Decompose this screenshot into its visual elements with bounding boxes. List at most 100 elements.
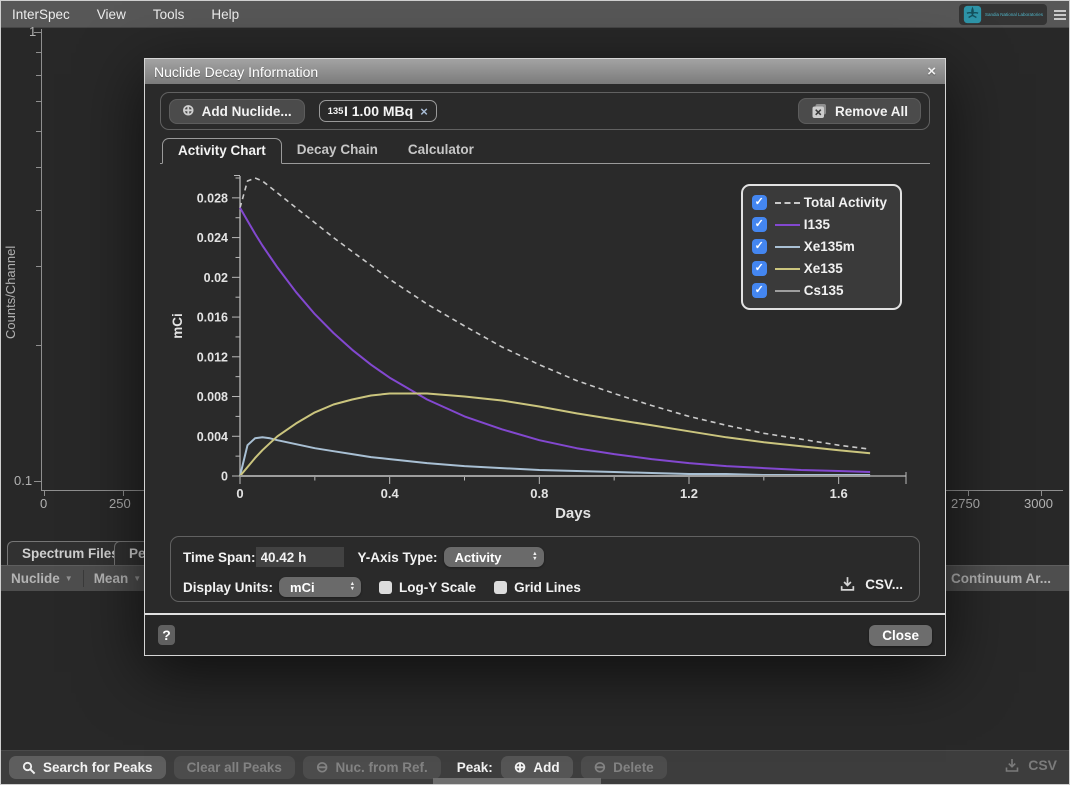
sandia-logo: Sandia National Laboratories bbox=[959, 4, 1047, 25]
circled-minus-icon: ⊖ bbox=[316, 761, 329, 775]
download-icon bbox=[1004, 758, 1020, 773]
nuclide-chips-row: ⊕ Add Nuclide... 135I 1.00 MBq × Remove … bbox=[160, 92, 930, 130]
nuc-from-ref-button[interactable]: ⊖ Nuc. from Ref. bbox=[303, 756, 441, 779]
svg-text:0.4: 0.4 bbox=[381, 486, 400, 501]
legend-checkbox[interactable]: ✓ bbox=[752, 239, 767, 254]
svg-text:0.012: 0.012 bbox=[197, 350, 228, 364]
chip-mass-number: 135 bbox=[328, 106, 344, 117]
legend-checkbox[interactable]: ✓ bbox=[752, 217, 767, 232]
chip-remove-icon[interactable]: × bbox=[420, 104, 428, 119]
spectrum-y-axis-title: Counts/Channel bbox=[3, 163, 18, 339]
dialog-title-bar[interactable]: Nuclide Decay Information × bbox=[145, 59, 945, 84]
spectrum-x-tick-3000: 3000 bbox=[1024, 496, 1053, 511]
dialog-close-icon[interactable]: × bbox=[927, 63, 936, 80]
legend-item-cs135: ✓ Cs135 bbox=[752, 283, 887, 298]
legend-item-total-activity: ✓ Total Activity bbox=[752, 195, 887, 210]
select-arrows-icon: ▲▼ bbox=[350, 582, 355, 592]
remove-all-button[interactable]: Remove All bbox=[798, 98, 921, 124]
column-header-mean[interactable]: Mean ▼ bbox=[84, 566, 151, 591]
circled-plus-icon: ⊕ bbox=[182, 104, 195, 118]
legend-line-sample bbox=[775, 268, 800, 270]
peak-label: Peak: bbox=[457, 760, 493, 775]
svg-text:0.028: 0.028 bbox=[197, 191, 228, 205]
activity-chart-area: 0 0.004 0.008 0.012 0.016 0.02 0.024 0.028 0 0.4 0… bbox=[160, 164, 930, 530]
sandia-logo-text: Sandia National Laboratories bbox=[985, 12, 1043, 17]
grid-lines-label: Grid Lines bbox=[514, 580, 581, 595]
svg-text:0: 0 bbox=[221, 470, 228, 484]
nuclide-chip-i135[interactable]: 135I 1.00 MBq × bbox=[319, 100, 437, 122]
y-axis-type-select[interactable]: Activity ▲▼ bbox=[444, 547, 544, 567]
spectrum-x-tick-2750: 2750 bbox=[951, 496, 980, 511]
search-for-peaks-button[interactable]: Search for Peaks bbox=[9, 756, 166, 779]
circled-minus-icon: ⊖ bbox=[594, 761, 607, 775]
help-button[interactable]: ? bbox=[158, 625, 175, 645]
dialog-footer: ? Close bbox=[145, 613, 945, 655]
menu-interspec[interactable]: InterSpec bbox=[12, 7, 70, 22]
csv-export-button[interactable]: CSV... bbox=[839, 576, 903, 592]
legend-label: I135 bbox=[804, 217, 830, 232]
column-header-continuum[interactable]: Continuum Ar... bbox=[941, 566, 1069, 591]
remove-all-icon bbox=[811, 103, 828, 119]
tab-calculator[interactable]: Calculator bbox=[393, 138, 489, 163]
clear-all-peaks-button[interactable]: Clear all Peaks bbox=[174, 756, 295, 779]
chart-controls-panel: Time Span: Y-Axis Type: Activity ▲▼ Disp… bbox=[170, 536, 920, 602]
legend-label: Cs135 bbox=[804, 283, 844, 298]
legend-item-i135: ✓ I135 bbox=[752, 217, 887, 232]
svg-text:0.016: 0.016 bbox=[197, 311, 228, 325]
legend-line-sample bbox=[775, 290, 800, 292]
y-axis-type-label: Y-Axis Type: bbox=[358, 550, 438, 565]
menu-tools[interactable]: Tools bbox=[153, 7, 185, 22]
sort-icon: ▼ bbox=[65, 574, 73, 583]
svg-text:0.8: 0.8 bbox=[530, 486, 548, 501]
legend-checkbox[interactable]: ✓ bbox=[752, 261, 767, 276]
peak-delete-button[interactable]: ⊖ Delete bbox=[581, 756, 667, 779]
legend-label: Total Activity bbox=[804, 195, 887, 210]
select-arrows-icon: ▲▼ bbox=[532, 552, 537, 562]
interspec-window: InterSpec View Tools Help Sandia Nationa… bbox=[0, 0, 1070, 785]
column-header-nuclide[interactable]: Nuclide ▼ bbox=[1, 566, 83, 591]
legend-line-sample bbox=[775, 246, 800, 248]
sort-icon: ▼ bbox=[133, 574, 141, 583]
legend-label: Xe135m bbox=[804, 239, 855, 254]
spectrum-x-tick-0: 0 bbox=[40, 496, 47, 511]
tab-decay-chain[interactable]: Decay Chain bbox=[282, 138, 393, 163]
grid-lines-checkbox[interactable] bbox=[494, 581, 507, 594]
log-y-checkbox[interactable] bbox=[379, 581, 392, 594]
display-units-select[interactable]: mCi ▲▼ bbox=[279, 577, 361, 597]
legend-checkbox[interactable]: ✓ bbox=[752, 283, 767, 298]
svg-text:Days: Days bbox=[555, 505, 591, 522]
svg-text:1.2: 1.2 bbox=[680, 486, 698, 501]
dialog-tab-bar: Activity Chart Decay Chain Calculator bbox=[160, 138, 930, 164]
nuclide-decay-dialog: Nuclide Decay Information × ⊕ Add Nuclid… bbox=[144, 58, 946, 656]
svg-text:0.008: 0.008 bbox=[197, 390, 228, 404]
csv-export-button-disabled[interactable]: CSV bbox=[1004, 757, 1057, 773]
circled-plus-icon: ⊕ bbox=[514, 761, 527, 775]
svg-text:0: 0 bbox=[236, 486, 243, 501]
menu-help[interactable]: Help bbox=[211, 7, 239, 22]
tab-activity-chart[interactable]: Activity Chart bbox=[162, 138, 282, 164]
display-units-label: Display Units: bbox=[183, 580, 273, 595]
time-span-input[interactable] bbox=[256, 547, 344, 567]
menu-bar: InterSpec View Tools Help Sandia Nationa… bbox=[1, 1, 1069, 28]
dialog-title: Nuclide Decay Information bbox=[154, 64, 318, 80]
add-nuclide-button[interactable]: ⊕ Add Nuclide... bbox=[169, 99, 305, 124]
legend-line-sample bbox=[775, 202, 800, 204]
close-button[interactable]: Close bbox=[869, 625, 932, 646]
log-y-label: Log-Y Scale bbox=[399, 580, 476, 595]
legend-item-xe135: ✓Xe135 bbox=[752, 261, 887, 276]
legend-line-sample bbox=[775, 224, 800, 226]
spectrum-y-bottom-label: 0.1 bbox=[14, 473, 32, 488]
time-span-label: Time Span: bbox=[183, 550, 256, 565]
peak-add-button[interactable]: ⊕ Add bbox=[501, 756, 573, 779]
hamburger-menu-icon[interactable] bbox=[1054, 10, 1066, 20]
partially-hidden-widget bbox=[433, 778, 601, 785]
svg-text:0.004: 0.004 bbox=[197, 430, 228, 444]
chart-legend: ✓Total Activity✓I135✓Xe135m✓Xe135✓Cs135 bbox=[741, 184, 902, 310]
svg-text:0.024: 0.024 bbox=[197, 231, 228, 245]
svg-text:1.6: 1.6 bbox=[830, 486, 848, 501]
svg-text:mCi: mCi bbox=[170, 313, 185, 339]
svg-text:0.02: 0.02 bbox=[204, 271, 228, 285]
menu-view[interactable]: View bbox=[97, 7, 126, 22]
legend-checkbox[interactable]: ✓ bbox=[752, 195, 767, 210]
download-icon bbox=[839, 576, 856, 592]
